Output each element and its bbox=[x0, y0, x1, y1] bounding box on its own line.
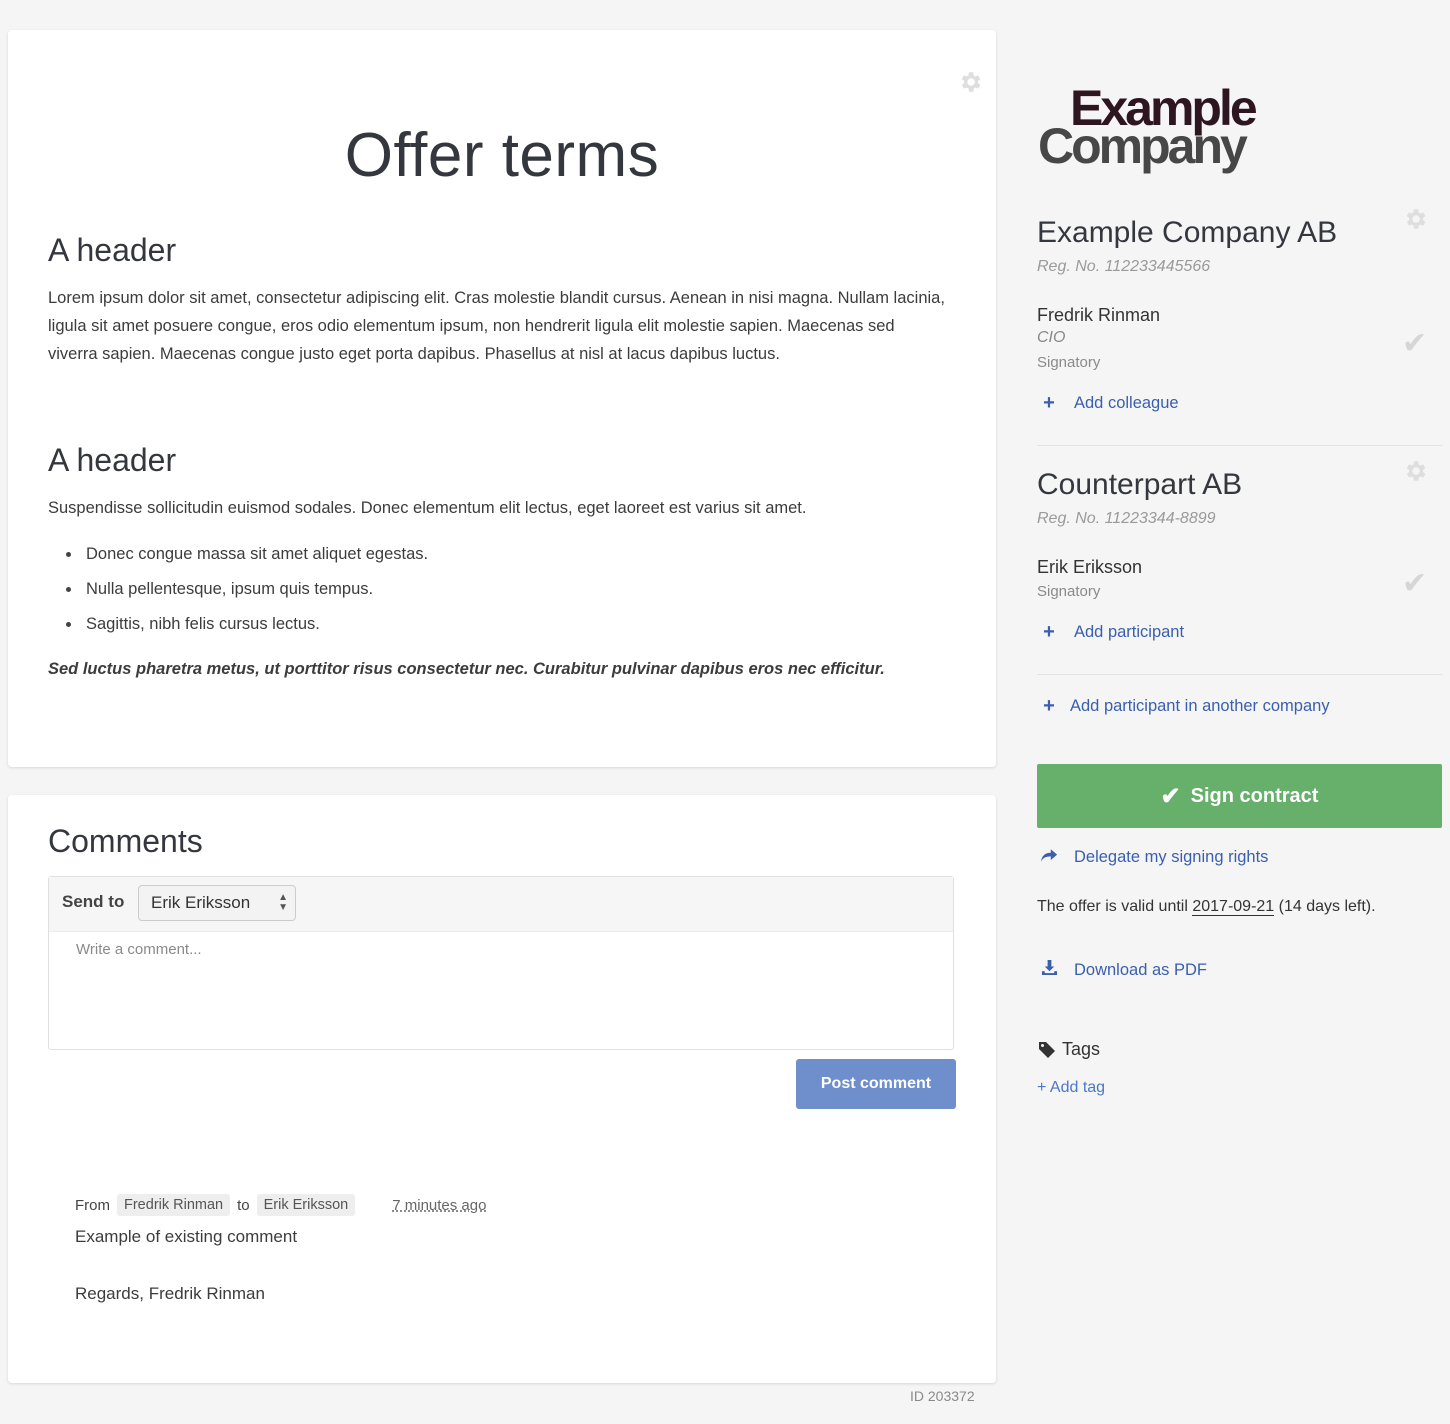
tags-heading: Tags bbox=[1038, 1039, 1100, 1060]
participant-name: Fredrik Rinman bbox=[1037, 305, 1161, 325]
add-colleague-link[interactable]: + Add colleague bbox=[1040, 392, 1179, 415]
company-logo: Example Company bbox=[1038, 80, 1258, 174]
tags-label: Tags bbox=[1062, 1039, 1101, 1059]
send-to-label: Send to bbox=[62, 892, 125, 911]
delegate-signing-link[interactable]: Delegate my signing rights bbox=[1040, 846, 1268, 869]
offer-card: Offer terms A header Lorem ipsum dolor s… bbox=[8, 30, 996, 767]
add-tag-link[interactable]: + Add tag bbox=[1037, 1079, 1105, 1097]
to-label: to bbox=[237, 1196, 250, 1214]
party-name: Example Company AB bbox=[1037, 216, 1338, 249]
add-participant-link[interactable]: + Add participant bbox=[1040, 621, 1184, 644]
download-pdf-link[interactable]: Download as PDF bbox=[1040, 959, 1207, 982]
offer-validity: The offer is valid until 2017-09-21 (14 … bbox=[1037, 898, 1376, 916]
to-chip: Erik Eriksson bbox=[256, 1194, 356, 1216]
recipient-select[interactable]: Erik Eriksson ▲ ▼ bbox=[138, 885, 296, 921]
comment-meta: From Fredrik Rinman to Erik Eriksson 7 m… bbox=[75, 1192, 486, 1218]
valid-date[interactable]: 2017-09-21 bbox=[1192, 898, 1275, 916]
comment-input[interactable] bbox=[49, 932, 953, 1048]
send-to-row: Send to Erik Eriksson ▲ ▼ bbox=[49, 877, 953, 932]
section-body: Suspendisse sollicitudin euismod sodales… bbox=[48, 499, 807, 517]
sign-contract-button[interactable]: ✔ Sign contract bbox=[1037, 764, 1442, 828]
comment-text: Regards, Fredrik Rinman bbox=[75, 1284, 265, 1303]
add-participant-other-company-label: Add participant in another company bbox=[1070, 697, 1330, 715]
party-name: Counterpart AB bbox=[1037, 468, 1243, 501]
comment-text: Example of existing comment bbox=[75, 1227, 298, 1246]
add-participant-label: Add participant bbox=[1074, 623, 1185, 641]
section-header: A header bbox=[48, 232, 177, 268]
registration-number: Reg. No. 11223344-8899 bbox=[1037, 510, 1216, 527]
comments-title: Comments bbox=[48, 823, 203, 859]
plus-icon: + bbox=[1043, 392, 1055, 414]
comment-form: Send to Erik Eriksson ▲ ▼ bbox=[48, 876, 954, 1050]
delegate-signing-label: Delegate my signing rights bbox=[1074, 848, 1269, 866]
gear-icon[interactable] bbox=[1402, 458, 1428, 484]
section-header: A header bbox=[48, 442, 177, 478]
participant-signatory: Signatory bbox=[1037, 583, 1101, 600]
from-label: From bbox=[75, 1196, 110, 1214]
participant-signatory: Signatory bbox=[1037, 354, 1101, 371]
plus-icon: + bbox=[1043, 695, 1055, 717]
select-arrows-icon: ▲ ▼ bbox=[278, 892, 288, 913]
signature-status-check-icon: ✔ bbox=[1402, 567, 1428, 600]
bullet-list: Donec congue massa sit amet aliquet eges… bbox=[48, 541, 948, 646]
plus-icon: + bbox=[1043, 621, 1055, 643]
participant-name: Erik Eriksson bbox=[1037, 557, 1143, 577]
document-id: ID 203372 bbox=[910, 1388, 975, 1404]
divider bbox=[1037, 674, 1442, 675]
post-comment-button[interactable]: Post comment bbox=[796, 1059, 956, 1109]
comments-card: Comments Send to Erik Eriksson ▲▼ Post c… bbox=[8, 795, 996, 1383]
comment-timestamp: 7 minutes ago bbox=[392, 1196, 487, 1214]
download-icon bbox=[1040, 959, 1058, 982]
divider bbox=[1037, 445, 1442, 446]
list-item: Nulla pellentesque, ipsum quis tempus. bbox=[48, 576, 948, 611]
download-pdf-label: Download as PDF bbox=[1074, 961, 1207, 979]
list-item: Donec congue massa sit amet aliquet eges… bbox=[48, 541, 948, 576]
section-body: Lorem ipsum dolor sit amet, consectetur … bbox=[48, 289, 945, 363]
from-chip: Fredrik Rinman bbox=[117, 1194, 231, 1216]
gear-icon[interactable] bbox=[957, 69, 983, 95]
sign-contract-label: Sign contract bbox=[1190, 784, 1319, 807]
add-colleague-label: Add colleague bbox=[1074, 394, 1179, 412]
list-item: Sagittis, nibh felis cursus lectus. bbox=[48, 611, 948, 646]
closing-text: Sed luctus pharetra metus, ut porttitor … bbox=[48, 660, 885, 678]
registration-number: Reg. No. 112233445566 bbox=[1037, 258, 1211, 275]
tag-icon bbox=[1039, 1041, 1055, 1058]
share-arrow-icon bbox=[1040, 846, 1058, 869]
add-participant-other-company-link[interactable]: + Add participant in another company bbox=[1040, 695, 1330, 718]
page-title: Offer terms bbox=[344, 121, 660, 190]
signature-status-check-icon: ✔ bbox=[1402, 327, 1428, 360]
recipient-select-value: Erik Eriksson bbox=[151, 893, 251, 912]
participant-role: CIO bbox=[1037, 329, 1066, 346]
gear-icon[interactable] bbox=[1402, 206, 1428, 232]
check-icon: ✔ bbox=[1160, 782, 1181, 810]
